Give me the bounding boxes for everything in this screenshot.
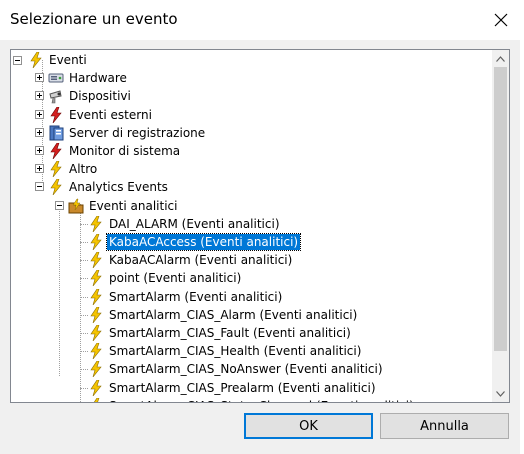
close-icon [494, 13, 508, 27]
lightning-icon [88, 233, 104, 251]
monitor-event-icon [48, 142, 64, 160]
scroll-down-button[interactable] [492, 385, 509, 402]
tree-item-monitor-di-sistema[interactable]: Monitor di sistema [48, 142, 182, 160]
tree-root[interactable]: Eventi [13, 51, 89, 69]
hardware-icon [48, 70, 64, 86]
event-item-smartalarm-cias-statuschanged[interactable]: SmartAlarm_CIAS_StatusChanged (Eventi an… [88, 397, 416, 402]
tree-line [80, 351, 88, 353]
event-tree[interactable]: Eventi Hardware Dispositivi Eventi esterni… [10, 49, 510, 403]
tree-line [80, 278, 88, 280]
event-item-smartalarm-cias-noanswer[interactable]: SmartAlarm_CIAS_NoAnswer (Eventi analiti… [88, 360, 385, 378]
event-item-smartalarm-cias-health[interactable]: SmartAlarm_CIAS_Health (Eventi analitici… [88, 342, 363, 360]
vertical-scrollbar[interactable] [492, 50, 509, 402]
expand-toggle[interactable] [35, 146, 44, 155]
tree-item-label: Altro [69, 162, 98, 177]
tree-item-label: Server di registrazione [69, 125, 206, 140]
lightning-icon [88, 324, 104, 342]
chevron-down-icon [496, 390, 505, 397]
lightning-icon [48, 160, 64, 178]
event-item-kabaacalarm[interactable]: KabaACAlarm (Eventi analitici) [88, 251, 294, 269]
collapse-toggle[interactable] [55, 200, 64, 210]
event-item-smartalarm-cias-alarm[interactable]: SmartAlarm_CIAS_Alarm (Eventi analitici) [88, 306, 359, 324]
tree-item-label: Dispositivi [69, 89, 131, 104]
event-item-label: SmartAlarm_CIAS_Alarm (Eventi analitici) [109, 307, 358, 322]
tree-line [80, 369, 88, 371]
lightning-icon [88, 379, 104, 396]
tree-item-eventi-esterni[interactable]: Eventi esterni [48, 106, 154, 124]
event-item-label: SmartAlarm_CIAS_Fault (Eventi analitici) [109, 326, 351, 340]
expand-toggle[interactable] [35, 91, 44, 101]
tree-item-eventi-analitici[interactable]: Eventi analitici [68, 197, 179, 215]
lightning-icon [88, 306, 104, 323]
tree-line [80, 314, 88, 316]
tree-line [80, 223, 88, 225]
lightning-icon [88, 288, 104, 305]
collapse-toggle[interactable] [35, 182, 44, 192]
expand-toggle[interactable] [35, 73, 44, 83]
expand-toggle[interactable] [35, 127, 44, 137]
tree-root-label: Eventi [49, 53, 87, 67]
lightning-icon [30, 52, 42, 68]
close-button[interactable] [478, 0, 524, 40]
tree-item-label: Eventi analitici [89, 198, 178, 213]
event-item-label: KabaACAccess (Eventi analitici) [105, 233, 302, 251]
event-item-label: SmartAlarm_CIAS_Health (Eventi analitici… [109, 344, 362, 359]
tree-item-label: Hardware [69, 71, 127, 86]
folder-event-icon [68, 198, 84, 214]
event-item-label: DAI_ALARM (Eventi analitici) [109, 216, 280, 231]
tree-item-server-di-registrazione[interactable]: Server di registrazione [48, 124, 207, 142]
lightning-icon [88, 361, 104, 378]
event-item-point[interactable]: point (Eventi analitici) [88, 269, 243, 287]
tree-item-dispositivi[interactable]: Dispositivi [48, 87, 133, 105]
window-edge [520, 40, 524, 454]
tree-item-hardware[interactable]: Hardware [48, 69, 129, 87]
lightning-icon [88, 215, 104, 232]
tree-line [80, 260, 88, 262]
collapse-toggle[interactable] [13, 55, 22, 65]
tree-item-altro[interactable]: Altro [48, 160, 99, 178]
external-event-icon [48, 106, 64, 123]
devices-icon [48, 88, 64, 104]
title-bar: Selezionare un evento [0, 0, 524, 40]
tree-line [80, 387, 88, 389]
tree-item-analytics-events[interactable]: Analytics Events [48, 178, 170, 196]
event-item-smartalarm[interactable]: SmartAlarm (Eventi analitici) [88, 288, 284, 306]
lightning-icon [88, 342, 104, 360]
event-item-label: point (Eventi analitici) [109, 271, 242, 286]
tree-item-label: Analytics Events [69, 180, 168, 195]
lightning-icon [88, 251, 104, 269]
lightning-icon [88, 397, 104, 402]
tree-item-label: Monitor di sistema [69, 144, 181, 158]
event-item-kabaacaccess[interactable]: KabaACAccess (Eventi analitici) [88, 233, 302, 251]
dialog-title: Selezionare un evento [10, 10, 178, 28]
tree-line [80, 242, 88, 243]
tree-line [80, 204, 81, 402]
event-item-smartalarm-cias-prealarm[interactable]: SmartAlarm_CIAS_Prealarm (Eventi analiti… [88, 379, 378, 397]
tree-line [80, 333, 88, 334]
scroll-up-button[interactable] [492, 50, 509, 67]
scroll-thumb[interactable] [494, 67, 507, 351]
event-item-label: SmartAlarm_CIAS_StatusChanged (Eventi an… [107, 398, 416, 402]
server-icon [48, 125, 64, 141]
expand-toggle[interactable] [35, 164, 44, 174]
tree-line [80, 296, 88, 298]
event-item-smartalarm-cias-fault[interactable]: SmartAlarm_CIAS_Fault (Eventi analitici) [88, 324, 353, 342]
lightning-icon [88, 270, 104, 287]
tree-line [59, 204, 60, 376]
ok-button[interactable]: OK [244, 413, 373, 439]
event-item-label: SmartAlarm (Eventi analitici) [109, 289, 283, 304]
tree-item-label: Eventi esterni [69, 107, 152, 122]
expand-toggle[interactable] [35, 109, 44, 119]
chevron-up-icon [496, 55, 505, 62]
cancel-button[interactable]: Annulla [380, 413, 509, 439]
event-item-dai-alarm[interactable]: DAI_ALARM (Eventi analitici) [88, 215, 282, 233]
event-item-label: KabaACAlarm (Eventi analitici) [109, 253, 293, 268]
event-item-label: SmartAlarm_CIAS_NoAnswer (Eventi analiti… [109, 362, 383, 377]
lightning-icon [48, 179, 64, 196]
event-item-label: SmartAlarm_CIAS_Prealarm (Eventi analiti… [109, 380, 376, 395]
